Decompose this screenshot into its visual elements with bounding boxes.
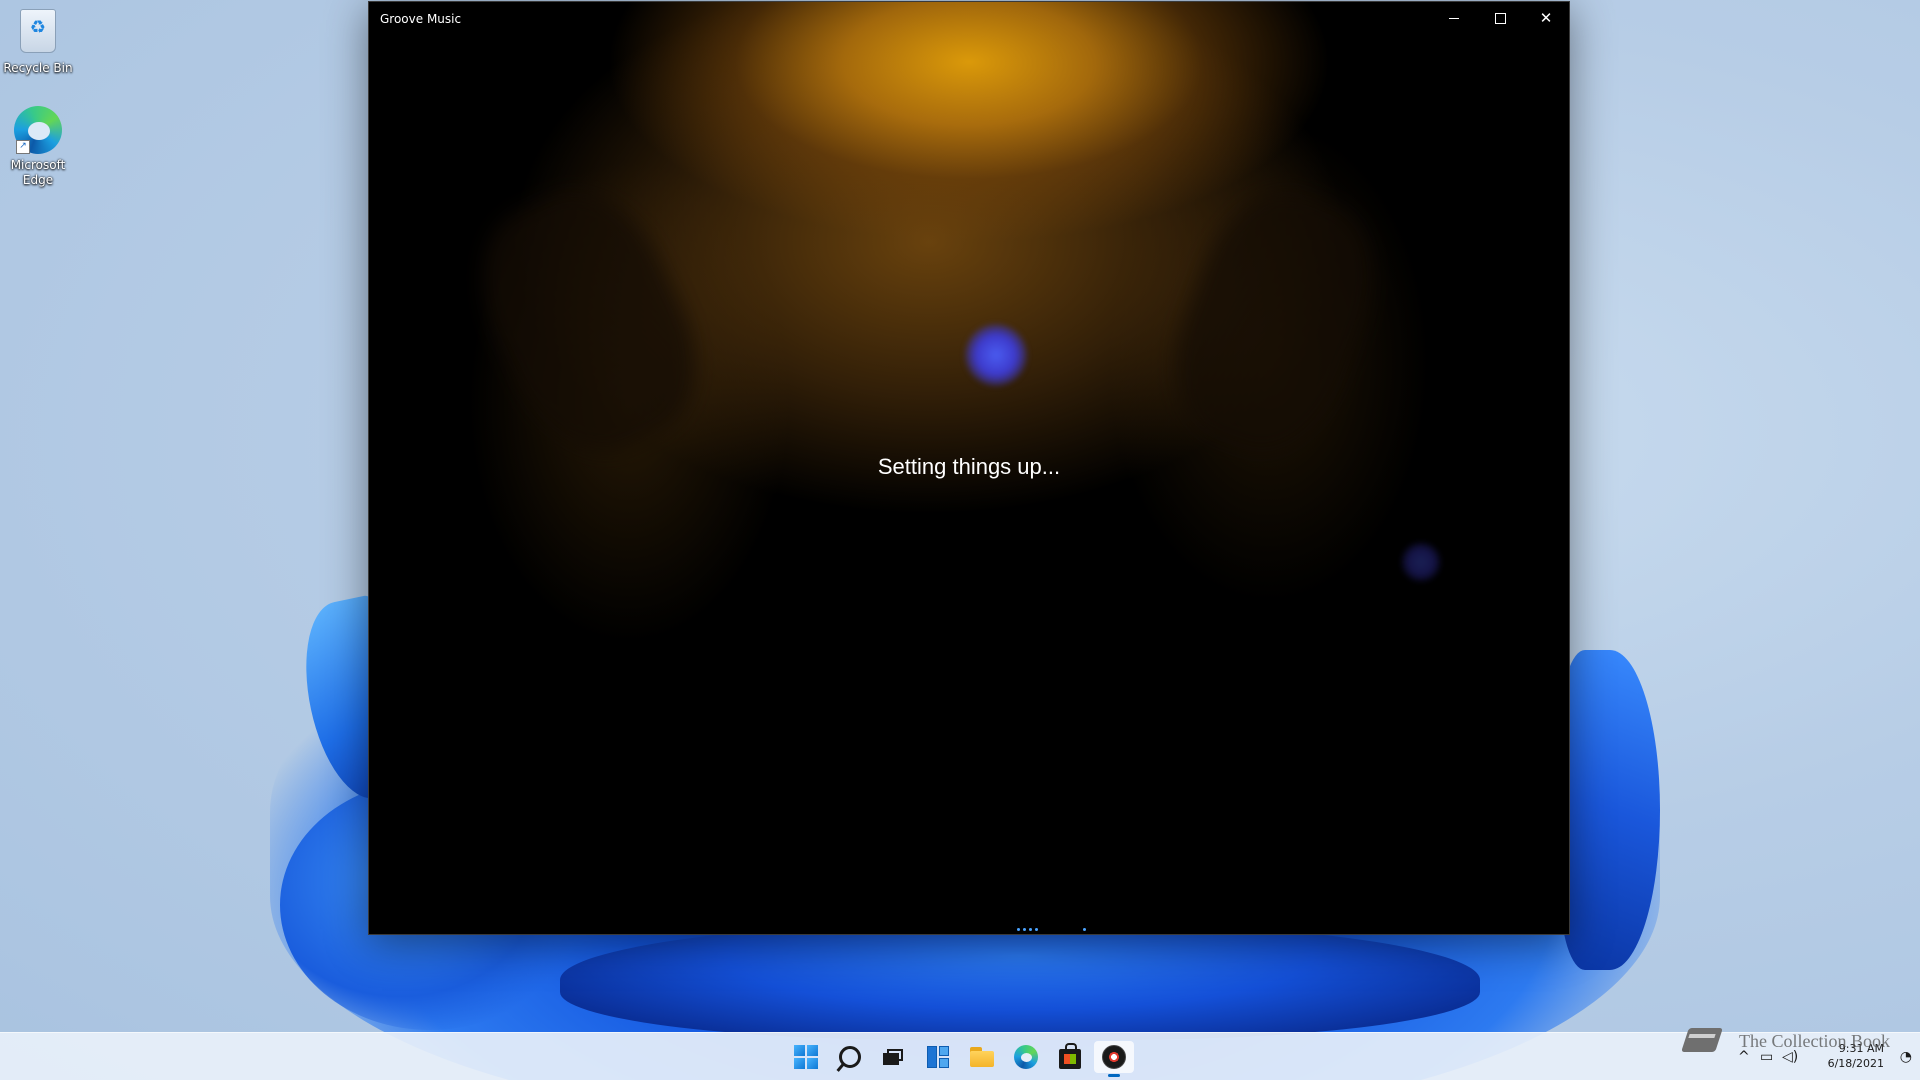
background-shadow-left xyxy=(452,166,726,478)
desktop-icon-label: Microsoft Edge xyxy=(10,158,66,187)
window-title: Groove Music xyxy=(380,12,462,26)
active-app-indicator xyxy=(1108,1074,1120,1077)
edge-icon: ↗ xyxy=(14,106,62,154)
maximize-button[interactable] xyxy=(1477,2,1523,34)
progress-dot xyxy=(1023,928,1026,931)
background-light-orb xyxy=(965,324,1027,386)
notification-icon[interactable]: ◔ xyxy=(1900,1049,1912,1065)
close-icon: ✕ xyxy=(1539,8,1553,27)
taskbar-groove-music-button[interactable] xyxy=(1094,1041,1134,1077)
groove-music-icon xyxy=(1102,1045,1126,1069)
file-explorer-icon xyxy=(970,1047,994,1067)
progress-dot xyxy=(1083,928,1086,931)
recycle-bin-icon xyxy=(14,9,62,57)
taskbar-widgets-button[interactable] xyxy=(918,1041,958,1073)
minimize-button[interactable] xyxy=(1431,2,1477,34)
taskbar-edge-button[interactable] xyxy=(1006,1041,1046,1073)
system-tray: ^ ▭ ◁) 9:31 AM 6/18/2021 ◔ xyxy=(1660,1033,1920,1080)
taskbar-file-explorer-button[interactable] xyxy=(962,1041,1002,1073)
setup-status-text: Setting things up... xyxy=(877,454,1061,479)
windows-start-icon xyxy=(794,1045,818,1069)
network-icon[interactable]: ▭ xyxy=(1760,1049,1773,1065)
maximize-icon xyxy=(1494,12,1506,24)
taskbar-task-view-button[interactable] xyxy=(873,1041,913,1073)
groove-music-window[interactable]: Groove Music ✕ Setting things up... xyxy=(368,1,1570,935)
tray-overflow-chevron-icon[interactable]: ^ xyxy=(1738,1049,1750,1065)
desktop: Recycle Bin ↗ Microsoft Edge Groove Musi… xyxy=(0,0,1920,1080)
edge-icon xyxy=(1014,1045,1038,1069)
volume-icon[interactable]: ◁) xyxy=(1782,1049,1798,1065)
desktop-icon-recycle-bin[interactable]: Recycle Bin xyxy=(0,6,76,76)
taskbar-search-button[interactable] xyxy=(830,1041,870,1073)
minimize-icon xyxy=(1449,17,1459,19)
taskbar: ^ ▭ ◁) 9:31 AM 6/18/2021 ◔ xyxy=(0,1032,1920,1080)
desktop-icon-label: Recycle Bin xyxy=(3,61,73,75)
background-light-orb-small xyxy=(1401,542,1441,582)
widgets-icon xyxy=(927,1046,949,1068)
progress-dot xyxy=(1035,928,1038,931)
taskbar-clock[interactable]: 9:31 AM 6/18/2021 xyxy=(1828,1041,1884,1071)
desktop-icon-microsoft-edge[interactable]: ↗ Microsoft Edge xyxy=(0,106,76,188)
clock-date: 6/18/2021 xyxy=(1827,1057,1884,1070)
wallpaper-petal-right xyxy=(1560,650,1660,970)
progress-dot xyxy=(1017,928,1020,931)
close-button[interactable]: ✕ xyxy=(1523,2,1569,34)
taskbar-store-button[interactable] xyxy=(1050,1041,1090,1073)
shortcut-arrow-icon: ↗ xyxy=(16,140,30,154)
task-view-icon xyxy=(883,1049,903,1065)
progress-dot xyxy=(1029,928,1032,931)
clock-time: 9:31 AM xyxy=(1838,1042,1884,1055)
search-icon xyxy=(839,1046,861,1068)
wallpaper-bloom-bottom xyxy=(560,920,1480,1040)
background-shadow-right xyxy=(1149,170,1399,474)
title-bar[interactable]: Groove Music ✕ xyxy=(369,2,1569,34)
store-icon xyxy=(1059,1043,1081,1069)
taskbar-start-button[interactable] xyxy=(786,1041,826,1073)
